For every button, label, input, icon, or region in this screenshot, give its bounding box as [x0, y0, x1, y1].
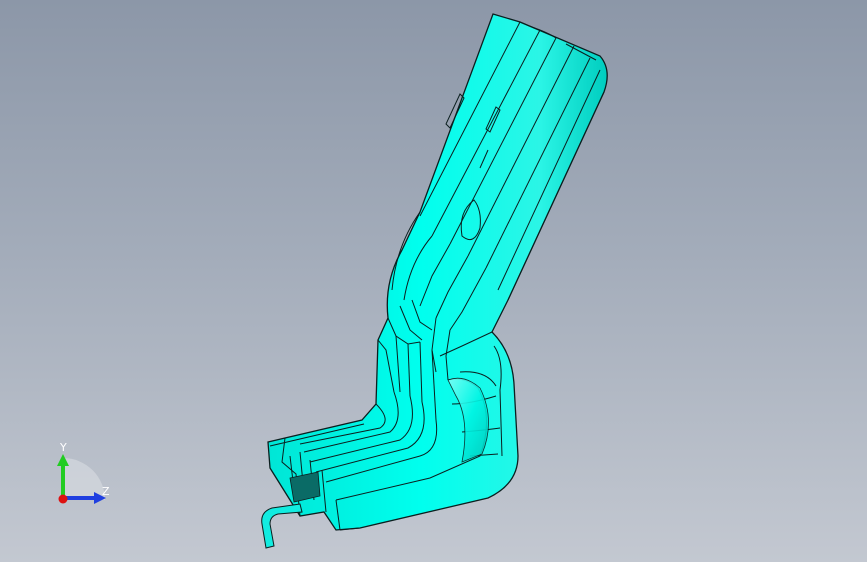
part-body[interactable]	[267, 13, 608, 531]
hook-tab[interactable]	[261, 503, 303, 549]
3d-model-view[interactable]	[0, 0, 867, 562]
z-axis-label: Z	[102, 485, 110, 498]
axis-triad: Y Z	[48, 440, 118, 510]
y-axis-label: Y	[60, 441, 67, 454]
graphics-viewport[interactable]: Y Z	[0, 0, 867, 562]
